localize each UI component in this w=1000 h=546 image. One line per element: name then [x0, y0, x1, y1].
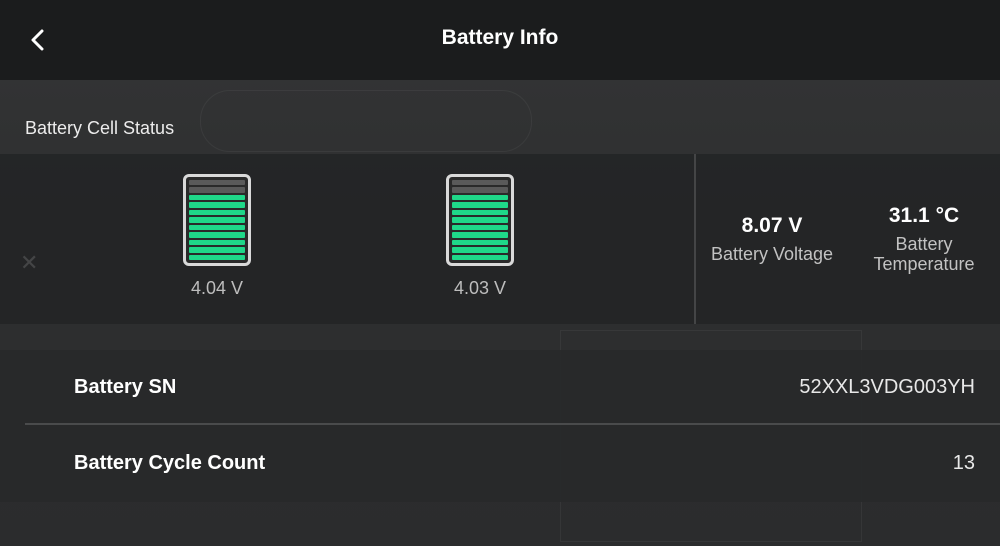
cell-segment-filled [452, 217, 508, 223]
cell-segment-filled [189, 217, 245, 223]
battery-temperature-value: 31.1 °C [888, 204, 960, 227]
cell-segment-empty [189, 187, 245, 193]
battery-info-list: Battery SN 52XXL3VDG003YH Battery Cycle … [0, 350, 1000, 502]
battery-temperature-label-line2: Temperature [873, 254, 975, 274]
cell-segment-empty [452, 180, 508, 186]
cell-status-section-label: Battery Cell Status [25, 118, 175, 138]
cell-segment-filled [189, 232, 245, 238]
chevron-left-icon [31, 29, 44, 51]
cell-segment-empty [452, 187, 508, 193]
page-title: Battery Info [441, 26, 559, 49]
cell-segment-filled [189, 202, 245, 208]
cell-segment-filled [189, 194, 245, 201]
cell-status-panel: 4.04 V 4.03 V 8.07 V Battery Voltage 31.… [0, 154, 1000, 324]
cell-segment-filled [452, 232, 508, 238]
cell-segment-filled [189, 254, 245, 260]
battery-temperature-stat: 31.1 °C Battery Temperature [862, 204, 986, 274]
battery-voltage-stat: 8.07 V Battery Voltage [700, 214, 844, 264]
cell-segment-filled [452, 209, 508, 216]
cell-segment-filled [452, 202, 508, 208]
cell-segment-filled [452, 239, 508, 246]
panel-divider [694, 154, 696, 324]
cell-segment-empty [189, 180, 245, 186]
battery-info-screen: Battery Info Battery Cell Status 4.04 V … [0, 0, 1000, 546]
battery-voltage-label: Battery Voltage [710, 244, 834, 264]
close-icon: ✕ [20, 250, 39, 275]
cell-segment-filled [452, 254, 508, 260]
cell-segment-filled [452, 247, 508, 253]
cell-voltage-1: 4.04 V [190, 278, 244, 298]
battery-cell-2: 4.03 V [443, 174, 517, 299]
cell-segment-filled [189, 209, 245, 216]
battery-cycle-count-row: Battery Cycle Count 13 [0, 426, 1000, 500]
battery-sn-row: Battery SN 52XXL3VDG003YH [0, 350, 1000, 425]
cell-segment-filled [189, 247, 245, 253]
battery-sn-value: 52XXL3VDG003YH [799, 376, 975, 398]
battery-voltage-value: 8.07 V [741, 214, 803, 237]
header-bar: Battery Info [0, 0, 1000, 80]
cell-segment-filled [452, 224, 508, 231]
battery-cell-icon [183, 174, 251, 266]
battery-cycle-count-value: 13 [952, 452, 975, 474]
battery-sn-label: Battery SN [74, 376, 177, 398]
cell-segment-filled [452, 194, 508, 201]
cell-voltage-2: 4.03 V [453, 278, 507, 298]
battery-cycle-count-label: Battery Cycle Count [74, 452, 266, 474]
battery-cell-icon [446, 174, 514, 266]
row-divider [25, 423, 1000, 425]
back-button[interactable] [22, 24, 54, 56]
battery-temperature-label-line1: Battery [895, 234, 953, 254]
battery-cell-1: 4.04 V [180, 174, 254, 299]
cell-segment-filled [189, 239, 245, 246]
cell-segment-filled [189, 224, 245, 231]
background-decoration [200, 90, 532, 152]
